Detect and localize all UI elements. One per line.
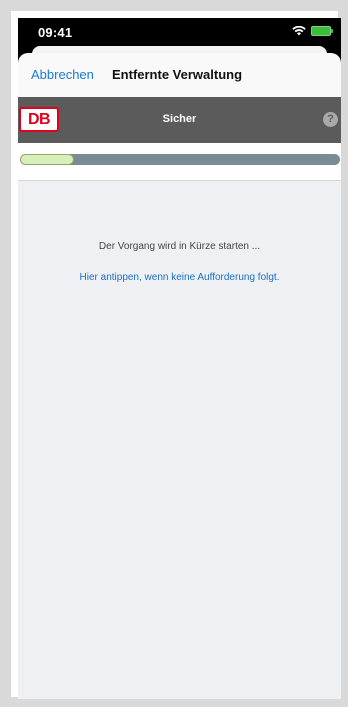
help-icon[interactable]: ?: [323, 112, 338, 127]
status-icons: [292, 26, 333, 36]
progress-bar: [20, 154, 340, 165]
secure-label: Sicher: [162, 113, 197, 125]
app-header: DB Sicher ?: [18, 97, 341, 143]
wifi-icon: [292, 26, 306, 36]
page-title: Entfernte Verwaltung: [112, 67, 243, 82]
cancel-button[interactable]: Abbrechen: [31, 67, 94, 82]
phone-screen: 09:41 Abbrechen Entfernte Verwaltung DB …: [18, 18, 341, 699]
progress-fill: [20, 154, 74, 165]
tap-here-link[interactable]: Hier antippen, wenn keine Aufforderung f…: [18, 272, 341, 283]
status-time: 09:41: [38, 25, 73, 40]
navigation-bar: Abbrechen Entfernte Verwaltung: [18, 53, 341, 97]
progress-section: [18, 143, 341, 181]
battery-icon: [311, 26, 333, 36]
status-message: Der Vorgang wird in Kürze starten ...: [98, 241, 261, 252]
